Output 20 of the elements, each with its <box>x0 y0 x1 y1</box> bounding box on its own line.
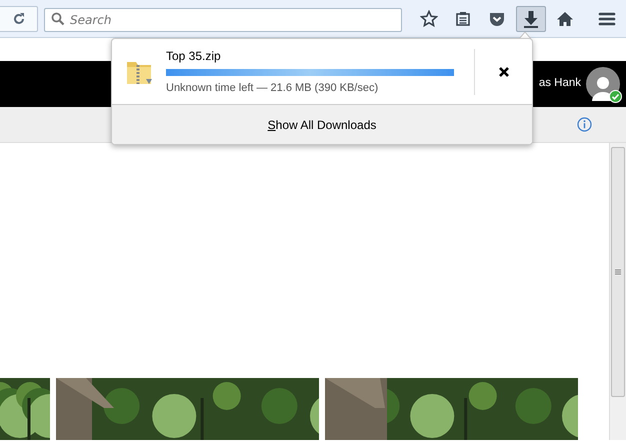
user-name: as Hank <box>538 76 581 92</box>
download-status: Unknown time left — 21.6 MB (390 KB/sec) <box>166 80 380 96</box>
downloads-button[interactable] <box>516 6 546 32</box>
show-all-downloads-button[interactable]: Show All Downloads <box>112 105 532 144</box>
pocket-icon <box>488 10 506 26</box>
star-icon <box>420 10 438 28</box>
clipboard-icon <box>455 10 471 26</box>
reload-icon <box>12 12 26 26</box>
search-icon <box>51 12 65 26</box>
info-icon[interactable] <box>577 117 592 132</box>
close-icon <box>498 66 510 78</box>
download-arrow-icon <box>523 10 539 28</box>
home-icon <box>556 10 574 26</box>
search-field[interactable]: Search <box>44 8 402 32</box>
download-filename: Top 35.zip <box>166 48 222 65</box>
menu-icon <box>598 10 616 26</box>
scrollbar[interactable] <box>609 143 626 440</box>
reload-button[interactable] <box>0 6 38 32</box>
avatar[interactable] <box>586 67 620 101</box>
scrollbar-thumb[interactable] <box>611 147 625 397</box>
